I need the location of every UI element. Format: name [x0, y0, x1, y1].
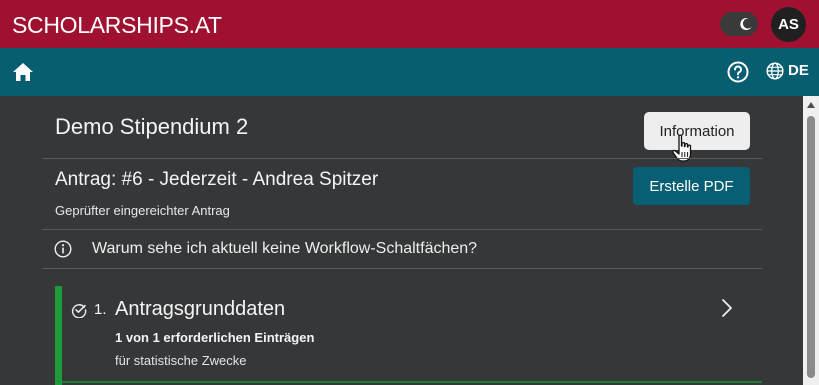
section-description: für statistische Zwecke: [115, 353, 247, 368]
section-card[interactable]: 1. Antragsgrunddaten 1 von 1 erforderlic…: [55, 286, 762, 385]
divider: [42, 158, 762, 159]
check-circle-icon: [71, 304, 87, 318]
scroll-up-arrow-icon[interactable]: [807, 102, 815, 108]
section-entry-count: 1 von 1 erforderlichen Einträgen: [115, 330, 315, 345]
moon-icon: [736, 14, 756, 34]
brand-logo-text[interactable]: SCHOLARSHIPS.AT: [12, 12, 222, 39]
info-circle-icon[interactable]: [54, 240, 72, 258]
page-title: Demo Stipendium 2: [55, 114, 249, 139]
help-icon[interactable]: [727, 61, 749, 83]
theme-toggle[interactable]: [720, 12, 758, 36]
globe-icon[interactable]: [766, 62, 784, 80]
application-status: Geprüfter eingereichter Antrag: [55, 203, 230, 218]
divider: [42, 229, 762, 230]
section-status-bar: [55, 286, 62, 385]
user-avatar[interactable]: AS: [771, 7, 806, 42]
application-title: Antrag: #6 - Jederzeit - Andrea Spitzer: [55, 169, 379, 190]
information-button[interactable]: Information: [644, 112, 750, 150]
create-pdf-button[interactable]: Erstelle PDF: [633, 167, 750, 205]
language-selector[interactable]: DE: [788, 62, 809, 79]
vertical-scrollbar[interactable]: [803, 96, 819, 385]
chevron-right-icon[interactable]: [720, 297, 734, 319]
workflow-hint-link[interactable]: Warum sehe ich aktuell keine Workflow-Sc…: [92, 240, 477, 258]
scroll-thumb[interactable]: [807, 116, 815, 378]
section-title[interactable]: Antragsgrunddaten: [115, 298, 285, 321]
nav-bar: DE: [0, 48, 819, 96]
section-number: 1.: [94, 301, 107, 318]
divider: [42, 268, 762, 269]
top-header: SCHOLARSHIPS.AT AS: [0, 0, 819, 48]
hand-cursor-icon: [672, 134, 692, 162]
section-bottom-border: [62, 381, 762, 383]
home-icon[interactable]: [12, 62, 34, 82]
